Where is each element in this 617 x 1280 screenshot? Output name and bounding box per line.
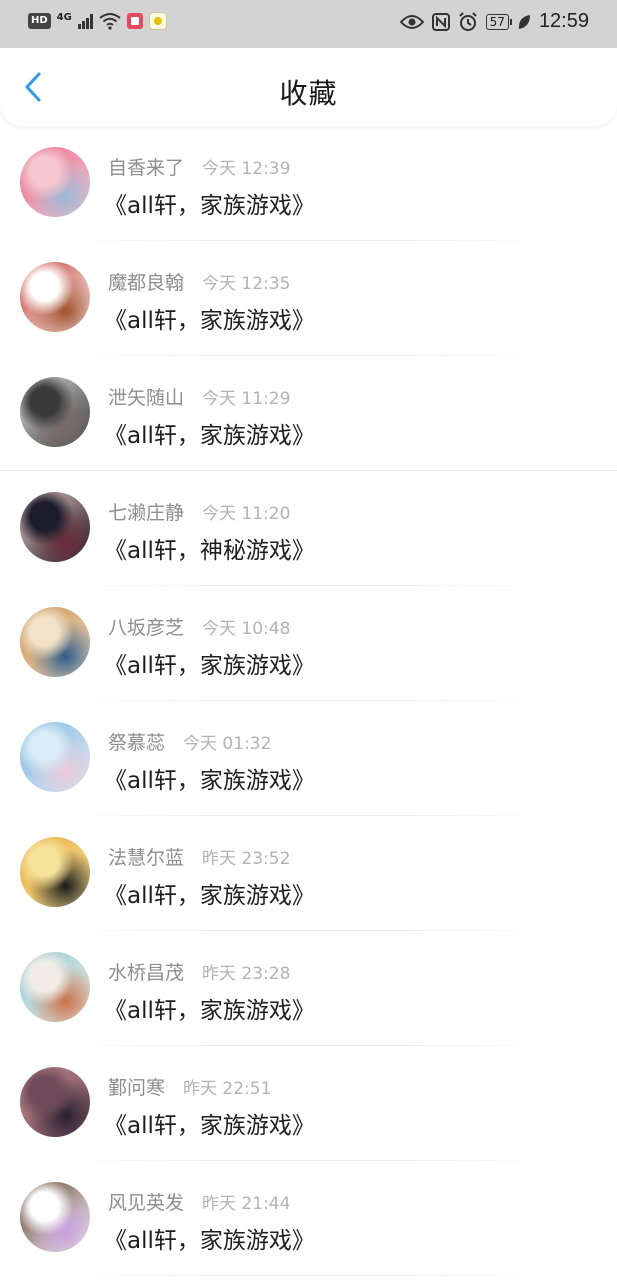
page-title: 收藏 <box>279 77 338 110</box>
avatar[interactable] <box>20 492 90 562</box>
avatar[interactable] <box>20 837 90 907</box>
work-title[interactable]: 《all轩，家族游戏》 <box>104 416 315 450</box>
avatar[interactable] <box>20 377 90 447</box>
author-name[interactable]: 泄矢随山 <box>108 383 184 410</box>
timestamp: 今天 01:32 <box>183 734 272 754</box>
work-title[interactable]: 《all轩，神秘游戏》 <box>104 531 315 565</box>
work-title[interactable]: 《all轩，家族游戏》 <box>104 1106 315 1140</box>
work-title[interactable]: 《all轩，家族游戏》 <box>104 876 315 910</box>
timestamp: 今天 10:48 <box>202 619 291 639</box>
work-title[interactable]: 《all轩，家族游戏》 <box>104 186 315 220</box>
divider <box>60 1275 557 1276</box>
timestamp: 今天 12:39 <box>202 159 291 179</box>
item-meta: 风见英发 昨天 21:44 <box>108 1188 290 1215</box>
battery-icon: 57 <box>485 13 513 30</box>
timestamp: 昨天 22:51 <box>183 1079 272 1099</box>
author-name[interactable]: 祭慕蕊 <box>108 728 165 755</box>
status-bar: HD 4G 57 12:59 <box>0 0 617 48</box>
navigation-bar: 收藏 <box>0 48 617 126</box>
list-item[interactable]: 魔都良翰 今天 12:35 《all轩，家族游戏》 <box>0 241 617 356</box>
work-title[interactable]: 《all轩，家族游戏》 <box>104 991 315 1025</box>
item-meta: 自香来了 今天 12:39 <box>108 153 290 180</box>
avatar[interactable] <box>20 1182 90 1252</box>
status-right: 57 12:59 <box>399 10 589 33</box>
timestamp: 昨天 23:28 <box>202 964 291 984</box>
status-left: HD 4G <box>28 12 167 30</box>
avatar[interactable] <box>20 147 90 217</box>
status-time: 12:59 <box>538 10 589 32</box>
wifi-icon <box>99 13 121 30</box>
author-name[interactable]: 法慧尔蓝 <box>108 843 184 870</box>
item-meta: 泄矢随山 今天 11:29 <box>108 383 290 410</box>
timestamp: 今天 12:35 <box>202 274 291 294</box>
eye-icon <box>399 14 424 29</box>
list-item[interactable]: 七濑庄静 今天 11:20 《all轩，神秘游戏》 <box>0 471 617 586</box>
item-meta: 七濑庄静 今天 11:20 <box>108 498 290 525</box>
author-name[interactable]: 自香来了 <box>108 153 184 180</box>
alarm-icon <box>458 11 477 31</box>
avatar[interactable] <box>20 722 90 792</box>
list-item[interactable]: 鄞问寒 昨天 22:51 《all轩，家族游戏》 <box>0 1046 617 1161</box>
list-item[interactable]: 自香来了 今天 12:39 《all轩，家族游戏》 <box>0 126 617 241</box>
author-name[interactable]: 魔都良翰 <box>108 268 184 295</box>
item-meta: 法慧尔蓝 昨天 23:52 <box>108 843 290 870</box>
avatar[interactable] <box>20 607 90 677</box>
list-item[interactable]: 水桥昌茂 昨天 23:28 《all轩，家族游戏》 <box>0 931 617 1046</box>
work-title[interactable]: 《all轩，家族游戏》 <box>104 301 315 335</box>
app-notification-icon <box>148 12 167 30</box>
hd-badge: HD <box>28 13 51 29</box>
avatar[interactable] <box>20 952 90 1022</box>
network-type: 4G <box>56 11 72 23</box>
list-item[interactable]: 祭慕蕊 今天 01:32 《all轩，家族游戏》 <box>0 701 617 816</box>
item-meta: 祭慕蕊 今天 01:32 <box>108 728 271 755</box>
list-item[interactable]: 泄矢随山 今天 11:29 《all轩，家族游戏》 <box>0 356 617 471</box>
author-name[interactable]: 鄞问寒 <box>108 1073 165 1100</box>
author-name[interactable]: 八坂彦芝 <box>108 613 184 640</box>
author-name[interactable]: 水桥昌茂 <box>108 958 184 985</box>
timestamp: 今天 11:29 <box>202 389 291 409</box>
work-title[interactable]: 《all轩，家族游戏》 <box>104 1221 315 1255</box>
leaf-icon <box>518 14 530 29</box>
author-name[interactable]: 七濑庄静 <box>108 498 184 525</box>
nfc-icon <box>431 12 450 31</box>
avatar[interactable] <box>20 1067 90 1137</box>
item-meta: 鄞问寒 昨天 22:51 <box>108 1073 271 1100</box>
timestamp: 昨天 21:44 <box>202 1194 291 1214</box>
item-meta: 水桥昌茂 昨天 23:28 <box>108 958 290 985</box>
author-name[interactable]: 风见英发 <box>108 1188 184 1215</box>
item-meta: 八坂彦芝 今天 10:48 <box>108 613 290 640</box>
work-title[interactable]: 《all轩，家族游戏》 <box>104 646 315 680</box>
item-meta: 魔都良翰 今天 12:35 <box>108 268 290 295</box>
work-title[interactable]: 《all轩，家族游戏》 <box>104 761 315 795</box>
timestamp: 今天 11:20 <box>202 504 291 524</box>
avatar[interactable] <box>20 262 90 332</box>
list-item[interactable]: 法慧尔蓝 昨天 23:52 《all轩，家族游戏》 <box>0 816 617 931</box>
list-item[interactable]: 八坂彦芝 今天 10:48 《all轩，家族游戏》 <box>0 586 617 701</box>
signal-icon <box>77 13 93 29</box>
list-item[interactable]: 风见英发 昨天 21:44 《all轩，家族游戏》 <box>0 1161 617 1276</box>
app-notification-icon <box>126 13 143 29</box>
favorites-list: 自香来了 今天 12:39 《all轩，家族游戏》 魔都良翰 今天 12:35 《all轩… <box>0 126 617 1276</box>
timestamp: 昨天 23:52 <box>202 849 291 869</box>
